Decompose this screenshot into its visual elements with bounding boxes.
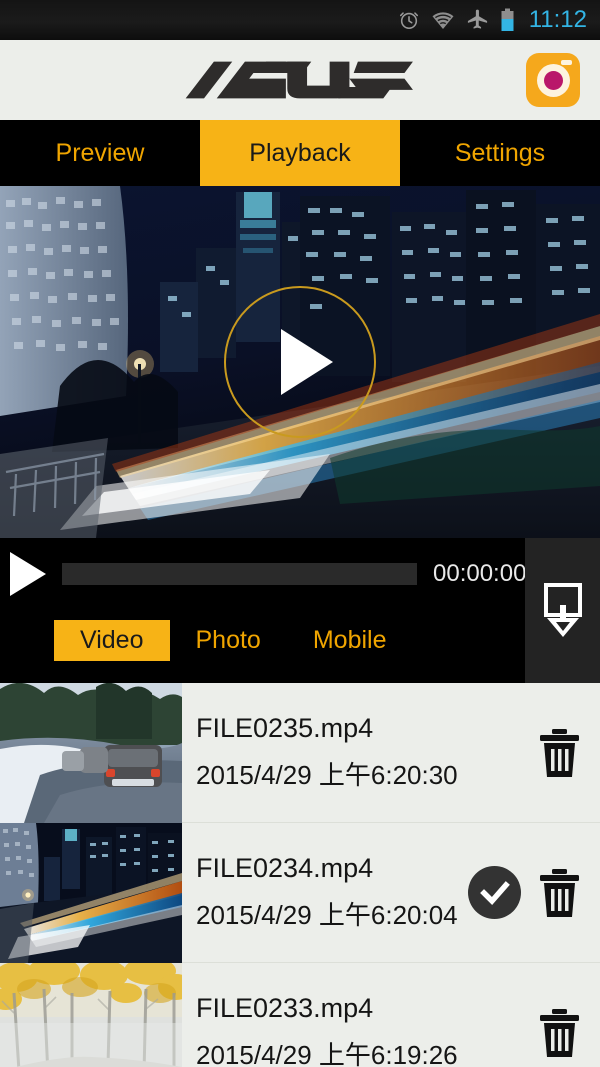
tab-preview[interactable]: Preview [0,120,200,186]
trash-icon [540,1008,579,1057]
wifi-icon [431,10,455,30]
video-preview[interactable] [0,186,600,538]
file-date: 2015/4/29 上午6:19:26 [196,1040,458,1067]
play-button[interactable] [10,552,46,596]
file-thumbnail [0,963,182,1067]
check-icon [479,880,510,905]
asus-logo [180,58,420,102]
app-window: 11:12 Preview Playback Settings 00:00:00… [0,0,600,1067]
selected-check-badge[interactable] [468,866,521,919]
media-type-tabs: Video Photo Mobile [0,610,600,670]
table-row[interactable]: FILE0233.mp4 2015/4/29 上午6:19:26 [0,963,600,1067]
file-thumbnail [0,683,182,823]
player-controls: 00:00:00 Video Photo Mobile [0,538,600,683]
file-meta: FILE0234.mp4 2015/4/29 上午6:20:04 [182,823,468,962]
file-list: FILE0235.mp4 2015/4/29 上午6:20:30 FILE023… [0,683,600,1067]
battery-icon [500,8,515,32]
main-tab-bar: Preview Playback Settings [0,120,600,186]
play-button-overlay[interactable] [224,286,376,438]
file-name: FILE0233.mp4 [196,993,374,1023]
playback-control-row: 00:00:00 [0,538,600,610]
delete-button[interactable] [537,867,582,919]
tab-playback[interactable]: Playback [200,120,400,186]
table-row[interactable]: FILE0234.mp4 2015/4/29 上午6:20:04 [0,823,600,963]
row-actions [537,963,600,1067]
delete-button[interactable] [537,1007,582,1059]
row-actions [537,683,600,822]
file-date: 2015/4/29 上午6:20:04 [196,900,458,930]
download-button[interactable] [525,538,600,683]
camera-lens [543,70,563,90]
status-bar-clock: 11:12 [528,6,587,33]
subtab-video[interactable]: Video [54,619,170,661]
progress-bar[interactable] [62,563,417,585]
app-header [0,40,600,120]
file-name: FILE0235.mp4 [196,713,374,743]
subtab-photo[interactable]: Photo [170,620,287,661]
file-name: FILE0234.mp4 [196,853,374,883]
trash-icon [540,728,579,777]
camera-flash-indicator [561,60,572,65]
tab-settings[interactable]: Settings [400,120,600,186]
table-row[interactable]: FILE0235.mp4 2015/4/29 上午6:20:30 [0,683,600,823]
airplane-mode-icon [466,9,489,32]
file-meta: FILE0235.mp4 2015/4/29 上午6:20:30 [182,683,537,822]
elapsed-time-label: 00:00:00 [433,560,527,587]
file-date: 2015/4/29 上午6:20:30 [196,760,458,790]
subtab-mobile[interactable]: Mobile [287,620,413,661]
play-icon [281,329,333,395]
delete-button[interactable] [537,727,582,779]
file-meta: FILE0233.mp4 2015/4/29 上午6:19:26 [182,963,537,1067]
status-bar: 11:12 [0,0,600,40]
camera-icon[interactable] [526,53,580,107]
alarm-icon [398,9,420,31]
trash-icon [540,868,579,917]
download-icon [543,582,582,637]
file-thumbnail [0,823,182,963]
row-actions [468,823,600,962]
camera-lens-ring [536,63,570,97]
